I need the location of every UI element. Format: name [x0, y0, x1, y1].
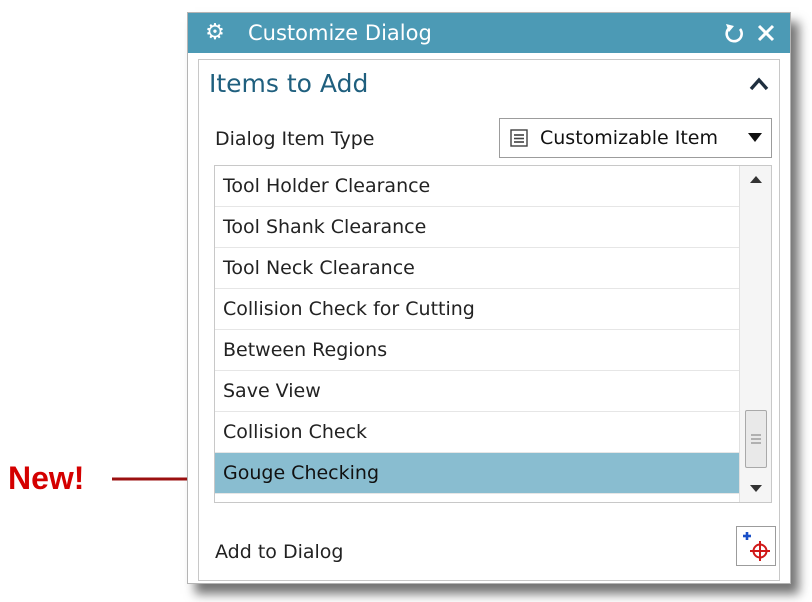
dialog-item-type-label: Dialog Item Type: [215, 128, 375, 150]
close-button[interactable]: [751, 18, 781, 48]
scroll-down-arrow-icon[interactable]: [740, 474, 772, 502]
add-to-dialog-button[interactable]: [736, 526, 776, 566]
gear-icon: ⚙: [205, 20, 225, 45]
close-icon: [757, 24, 775, 42]
list-item[interactable]: Collision Check for Cutting: [215, 289, 739, 330]
dialog-items-list[interactable]: Tool Holder Clearance Tool Shank Clearan…: [214, 165, 772, 503]
grip-icon: [751, 434, 761, 444]
list-item[interactable]: Tool Holder Clearance: [215, 166, 739, 207]
section-title: Items to Add: [209, 69, 369, 98]
reset-icon: [725, 24, 743, 43]
customize-dialog: ⚙ Customize Dialog Items to Add Dialog I…: [187, 12, 791, 584]
add-item-icon: [743, 532, 770, 561]
chevron-up-icon[interactable]: [747, 70, 771, 98]
list-item[interactable]: Tool Shank Clearance: [215, 207, 739, 248]
list-item[interactable]: Gouge Checking: [215, 453, 739, 494]
add-to-dialog-label: Add to Dialog: [215, 541, 344, 563]
title-bar: ⚙ Customize Dialog: [188, 13, 790, 53]
dialog-item-type-select[interactable]: Customizable Item: [499, 118, 772, 158]
list-rows: Tool Holder Clearance Tool Shank Clearan…: [215, 166, 739, 494]
form-icon: [510, 129, 528, 147]
items-to-add-group: Items to Add Dialog Item Type Customizab…: [198, 59, 780, 581]
new-annotation-label: New!: [8, 460, 85, 496]
list-scrollbar[interactable]: [739, 166, 772, 502]
section-header[interactable]: Items to Add: [199, 60, 779, 108]
scroll-thumb[interactable]: [745, 410, 767, 468]
chevron-down-icon: [748, 133, 762, 142]
list-item[interactable]: Tool Neck Clearance: [215, 248, 739, 289]
dialog-title: Customize Dialog: [248, 21, 432, 45]
scroll-up-arrow-icon[interactable]: [740, 166, 772, 194]
reset-button[interactable]: [721, 18, 747, 48]
list-item[interactable]: Between Regions: [215, 330, 739, 371]
list-item[interactable]: Collision Check: [215, 412, 739, 453]
dialog-item-type-value: Customizable Item: [540, 127, 719, 149]
list-item[interactable]: Save View: [215, 371, 739, 412]
